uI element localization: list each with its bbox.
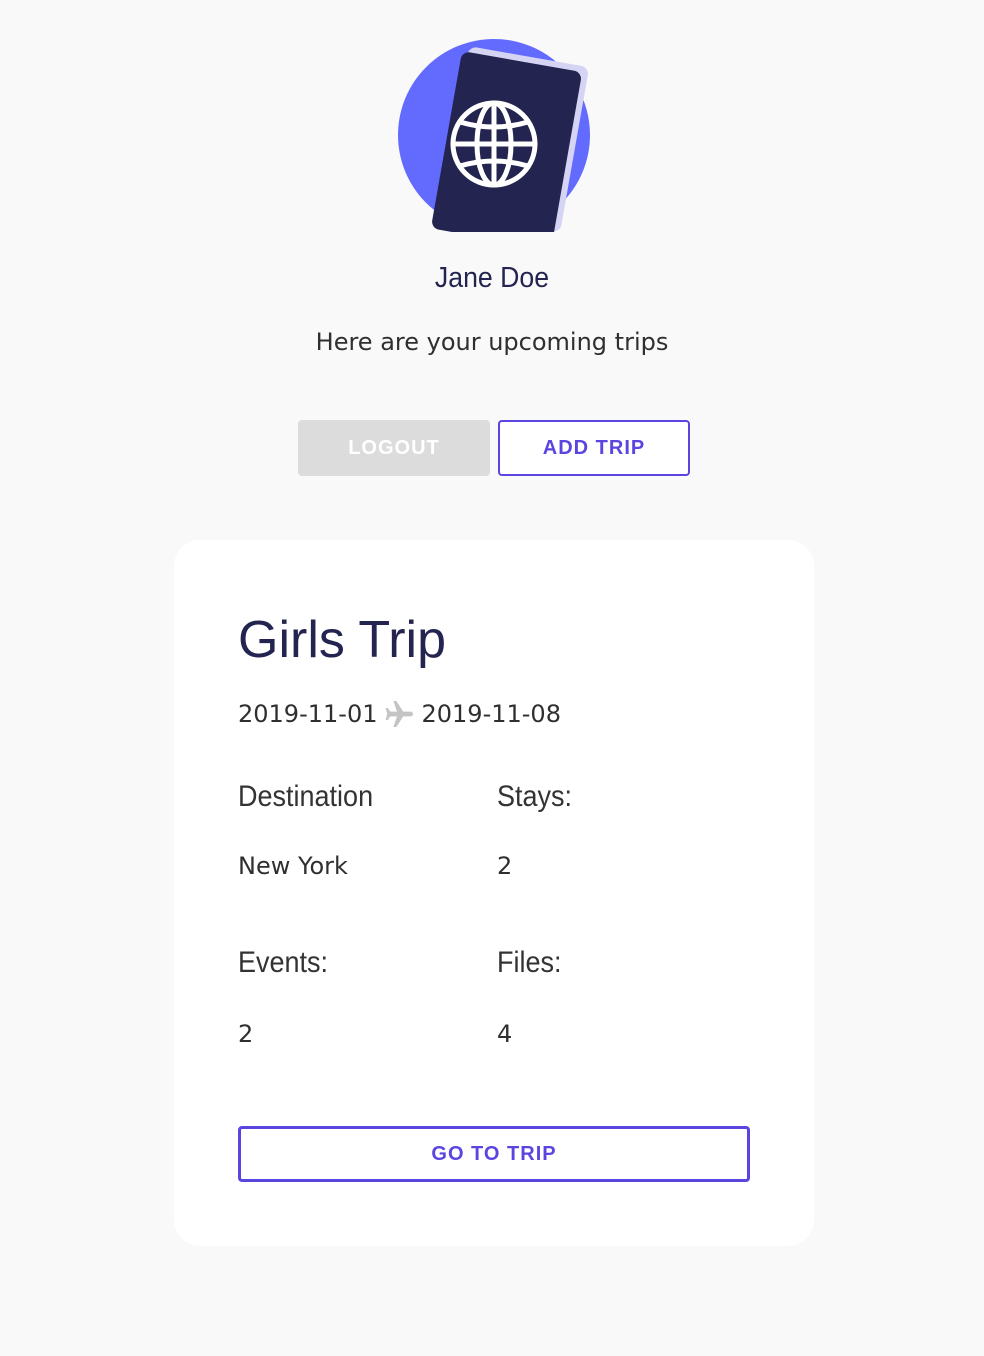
events-value: 2 (238, 1020, 254, 1048)
files-label: Files: (497, 946, 562, 979)
trip-title: Girls Trip (238, 611, 446, 669)
add-trip-button[interactable]: ADD TRIP (498, 420, 690, 476)
events-label: Events: (238, 946, 329, 979)
trip-card: Girls Trip 2019-11-01 2019-11-08 Destina… (174, 540, 814, 1246)
destination-label: Destination (238, 780, 374, 813)
trip-start-date: 2019-11-01 (238, 700, 378, 728)
logout-button[interactable]: LOGOUT (298, 420, 490, 476)
upcoming-trips-subtitle: Here are your upcoming trips (315, 328, 669, 356)
destination-value: New York (238, 852, 348, 880)
user-name: Jane Doe (434, 262, 550, 294)
trip-dates: 2019-11-01 2019-11-08 (238, 700, 561, 728)
passport-globe-icon (398, 39, 590, 232)
stays-value: 2 (497, 852, 513, 880)
trip-end-date: 2019-11-08 (421, 700, 561, 728)
files-value: 4 (497, 1020, 513, 1048)
stays-label: Stays: (497, 780, 573, 813)
go-to-trip-button[interactable]: GO TO TRIP (238, 1126, 750, 1182)
airplane-icon (386, 701, 414, 727)
